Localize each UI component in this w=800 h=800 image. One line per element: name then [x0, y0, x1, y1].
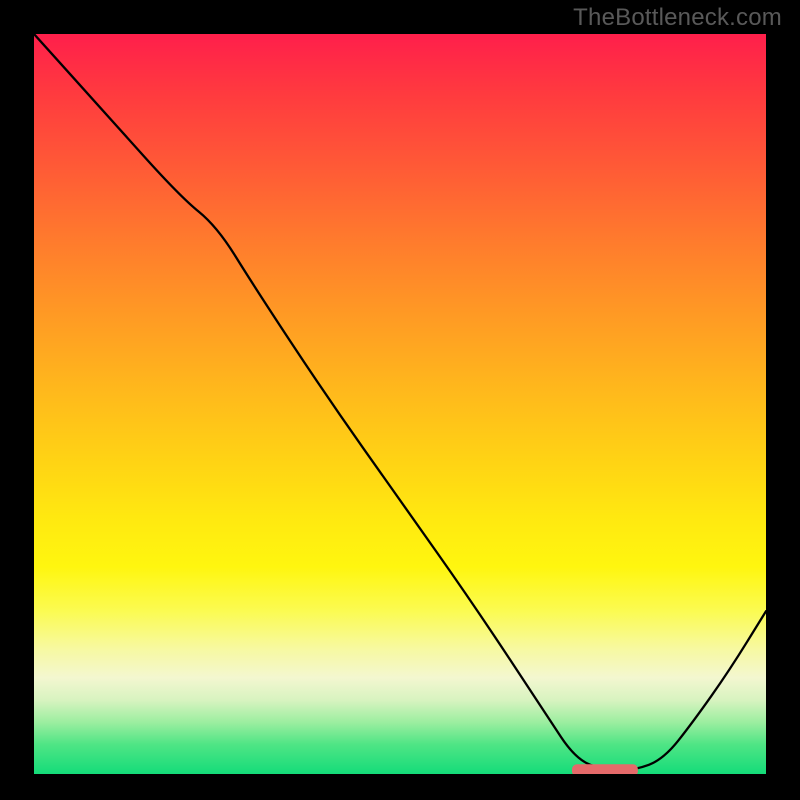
optimal-marker — [572, 764, 638, 774]
chart-frame: TheBottleneck.com — [0, 0, 800, 800]
curve-layer — [34, 34, 766, 774]
bottleneck-curve-line — [34, 34, 766, 770]
plot-area — [34, 34, 766, 774]
watermark-text: TheBottleneck.com — [573, 4, 782, 32]
